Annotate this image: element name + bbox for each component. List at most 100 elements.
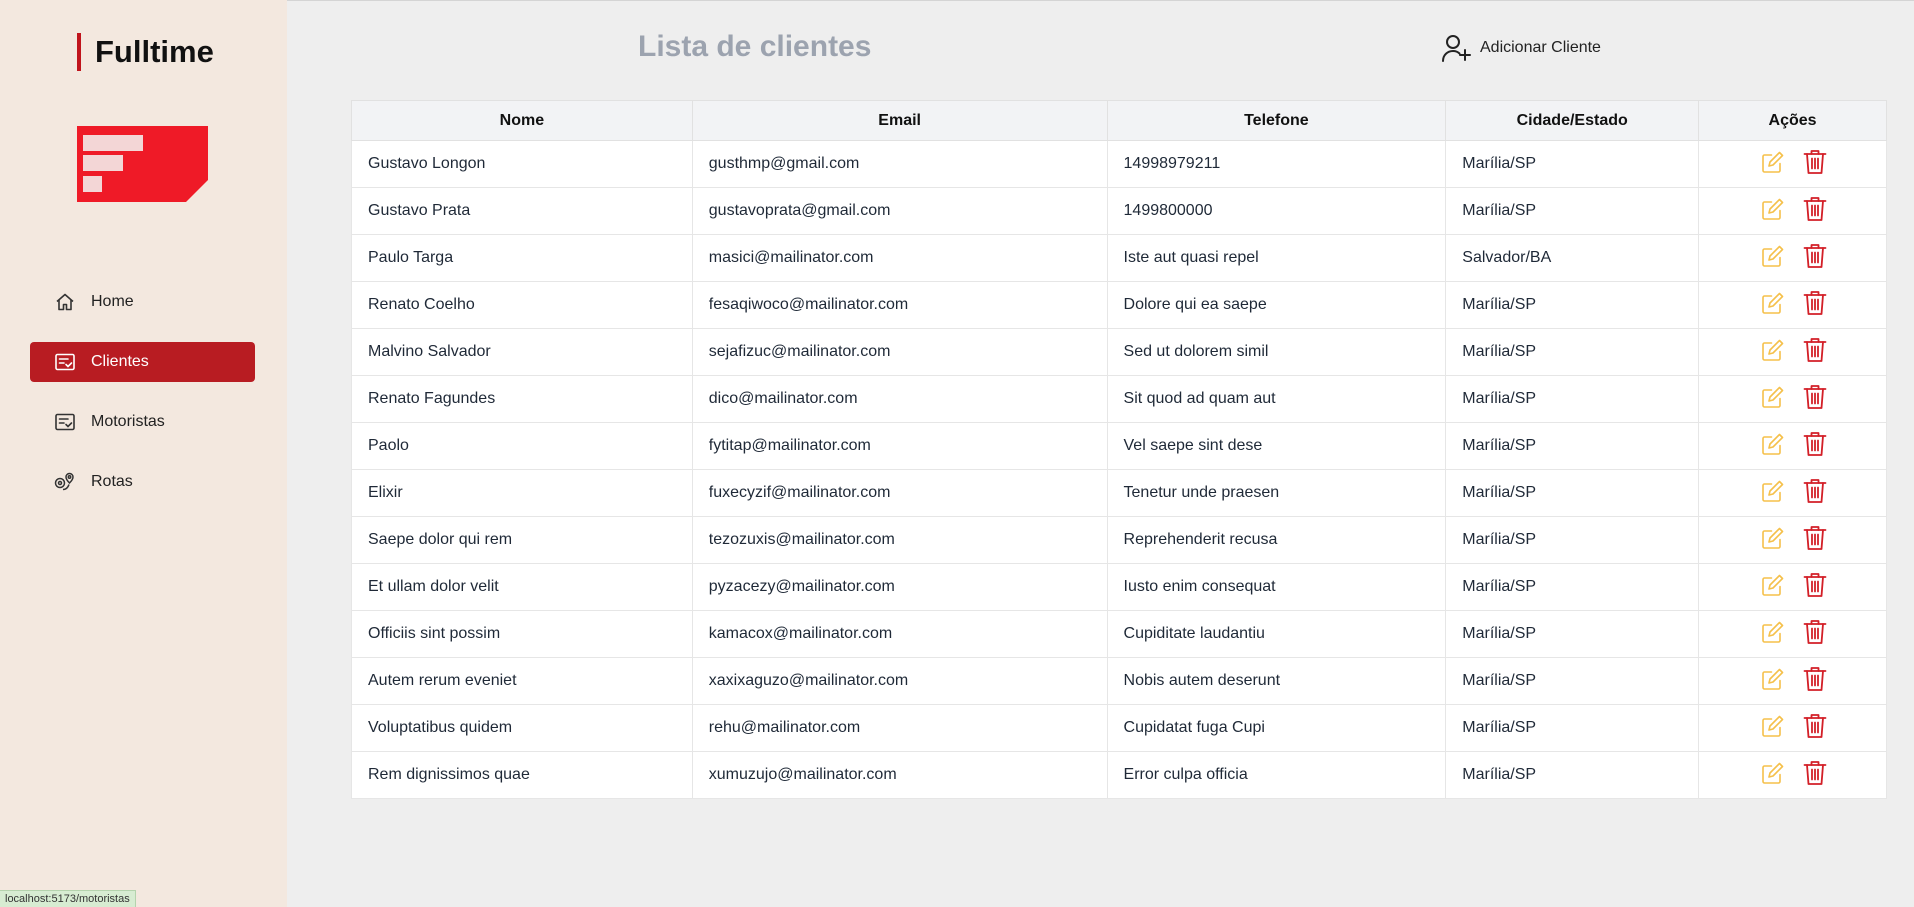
client-phone: Cupiditate laudantiu bbox=[1106, 610, 1447, 658]
client-name: Gustavo Longon bbox=[351, 140, 693, 188]
delete-icon[interactable] bbox=[1803, 431, 1827, 457]
route-pin-icon bbox=[54, 471, 76, 493]
client-email: gusthmp@gmail.com bbox=[691, 140, 1108, 188]
client-city-state: Marília/SP bbox=[1445, 563, 1700, 611]
sidebar-item-label: Motoristas bbox=[91, 413, 165, 430]
delete-icon[interactable] bbox=[1803, 760, 1827, 786]
brand-logo[interactable] bbox=[77, 126, 208, 202]
add-client-label: Adicionar Cliente bbox=[1480, 39, 1601, 56]
edit-icon[interactable] bbox=[1761, 667, 1785, 691]
client-name: Saepe dolor qui rem bbox=[351, 516, 693, 564]
sidebar-nav: Home Clientes Motoristas Rotas bbox=[30, 282, 255, 522]
table-row: Officiis sint possim kamacox@mailinator.c… bbox=[351, 610, 1887, 658]
edit-icon[interactable] bbox=[1761, 244, 1785, 268]
user-plus-icon bbox=[1442, 34, 1472, 62]
table-row: Rem dignissimos quae xumuzujo@mailinator.… bbox=[351, 751, 1887, 799]
row-actions bbox=[1698, 657, 1887, 705]
edit-icon[interactable] bbox=[1761, 150, 1785, 174]
client-name: Elixir bbox=[351, 469, 693, 517]
client-email: kamacox@mailinator.com bbox=[691, 610, 1108, 658]
delete-icon[interactable] bbox=[1803, 619, 1827, 645]
client-city-state: Marília/SP bbox=[1445, 516, 1700, 564]
delete-icon[interactable] bbox=[1803, 243, 1827, 269]
top-divider bbox=[287, 0, 1914, 1]
client-city-state: Marília/SP bbox=[1445, 469, 1700, 517]
table-row: Renato Coelho fesaqiwoco@mailinator.com Do… bbox=[351, 281, 1887, 329]
column-header: Telefone bbox=[1106, 100, 1447, 141]
delete-icon[interactable] bbox=[1803, 290, 1827, 316]
client-city-state: Marília/SP bbox=[1445, 657, 1700, 705]
edit-icon[interactable] bbox=[1761, 197, 1785, 221]
client-name: Malvino Salvador bbox=[351, 328, 693, 376]
client-email: gustavoprata@gmail.com bbox=[691, 187, 1108, 235]
delete-icon[interactable] bbox=[1803, 384, 1827, 410]
row-actions bbox=[1698, 751, 1887, 799]
clients-table: Nome Email Telefone Cidade/Estado Ações Gust… bbox=[351, 100, 1887, 799]
edit-icon[interactable] bbox=[1761, 432, 1785, 456]
client-city-state: Marília/SP bbox=[1445, 704, 1700, 752]
client-city-state: Marília/SP bbox=[1445, 610, 1700, 658]
table-row: Paolo fytitap@mailinator.com Vel saepe sin… bbox=[351, 422, 1887, 470]
delete-icon[interactable] bbox=[1803, 666, 1827, 692]
client-phone: Iusto enim consequat bbox=[1106, 563, 1447, 611]
edit-icon[interactable] bbox=[1761, 761, 1785, 785]
sidebar-item-label: Home bbox=[91, 293, 134, 310]
column-header: Ações bbox=[1698, 100, 1887, 141]
client-email: fuxecyzif@mailinator.com bbox=[691, 469, 1108, 517]
edit-icon[interactable] bbox=[1761, 385, 1785, 409]
client-city-state: Marília/SP bbox=[1445, 187, 1700, 235]
row-actions bbox=[1698, 422, 1887, 470]
delete-icon[interactable] bbox=[1803, 196, 1827, 222]
client-email: fesaqiwoco@mailinator.com bbox=[691, 281, 1108, 329]
row-actions bbox=[1698, 187, 1887, 235]
table-row: Malvino Salvador sejafizuc@mailinator.com… bbox=[351, 328, 1887, 376]
edit-icon[interactable] bbox=[1761, 291, 1785, 315]
table-row: Autem rerum eveniet xaxixaguzo@mailinator… bbox=[351, 657, 1887, 705]
table-row: Elixir fuxecyzif@mailinator.com Tenetur un… bbox=[351, 469, 1887, 517]
add-client-button[interactable]: Adicionar Cliente bbox=[1442, 34, 1601, 62]
client-name: Et ullam dolor velit bbox=[351, 563, 693, 611]
sidebar-item-home[interactable]: Home bbox=[30, 282, 255, 322]
row-actions bbox=[1698, 516, 1887, 564]
client-email: dico@mailinator.com bbox=[691, 375, 1108, 423]
table-row: Voluptatibus quidem rehu@mailinator.com Cu… bbox=[351, 704, 1887, 752]
row-actions bbox=[1698, 281, 1887, 329]
sidebar-item-motoristas[interactable]: Motoristas bbox=[30, 402, 255, 442]
delete-icon[interactable] bbox=[1803, 337, 1827, 363]
client-name: Officiis sint possim bbox=[351, 610, 693, 658]
sidebar-item-rotas[interactable]: Rotas bbox=[30, 462, 255, 502]
client-phone: Cupidatat fuga Cupi bbox=[1106, 704, 1447, 752]
column-header: Cidade/Estado bbox=[1445, 100, 1700, 141]
delete-icon[interactable] bbox=[1803, 525, 1827, 551]
client-name: Rem dignissimos quae bbox=[351, 751, 693, 799]
edit-icon[interactable] bbox=[1761, 714, 1785, 738]
client-city-state: Marília/SP bbox=[1445, 375, 1700, 423]
row-actions bbox=[1698, 469, 1887, 517]
row-actions bbox=[1698, 704, 1887, 752]
edit-icon[interactable] bbox=[1761, 479, 1785, 503]
edit-icon[interactable] bbox=[1761, 338, 1785, 362]
client-city-state: Salvador/BA bbox=[1445, 234, 1700, 282]
table-row: Renato Fagundes dico@mailinator.com Sit qu… bbox=[351, 375, 1887, 423]
edit-icon[interactable] bbox=[1761, 620, 1785, 644]
client-phone: Nobis autem deserunt bbox=[1106, 657, 1447, 705]
delete-icon[interactable] bbox=[1803, 478, 1827, 504]
client-phone: Sed ut dolorem simil bbox=[1106, 328, 1447, 376]
sidebar-item-clientes[interactable]: Clientes bbox=[30, 342, 255, 382]
table-row: Gustavo Longon gusthmp@gmail.com 149989792… bbox=[351, 140, 1887, 188]
client-name: Paolo bbox=[351, 422, 693, 470]
list-check-icon bbox=[54, 411, 76, 433]
client-phone: Reprehenderit recusa bbox=[1106, 516, 1447, 564]
edit-icon[interactable] bbox=[1761, 526, 1785, 550]
row-actions bbox=[1698, 234, 1887, 282]
edit-icon[interactable] bbox=[1761, 573, 1785, 597]
delete-icon[interactable] bbox=[1803, 713, 1827, 739]
table-row: Saepe dolor qui rem tezozuxis@mailinator.… bbox=[351, 516, 1887, 564]
delete-icon[interactable] bbox=[1803, 149, 1827, 175]
client-phone: Error culpa officia bbox=[1106, 751, 1447, 799]
clients-table-container: Nome Email Telefone Cidade/Estado Ações Gust… bbox=[351, 100, 1887, 799]
delete-icon[interactable] bbox=[1803, 572, 1827, 598]
client-phone: Sit quod ad quam aut bbox=[1106, 375, 1447, 423]
table-row: Paulo Targa masici@mailinator.com Iste aut… bbox=[351, 234, 1887, 282]
table-header-row: Nome Email Telefone Cidade/Estado Ações bbox=[351, 100, 1887, 141]
